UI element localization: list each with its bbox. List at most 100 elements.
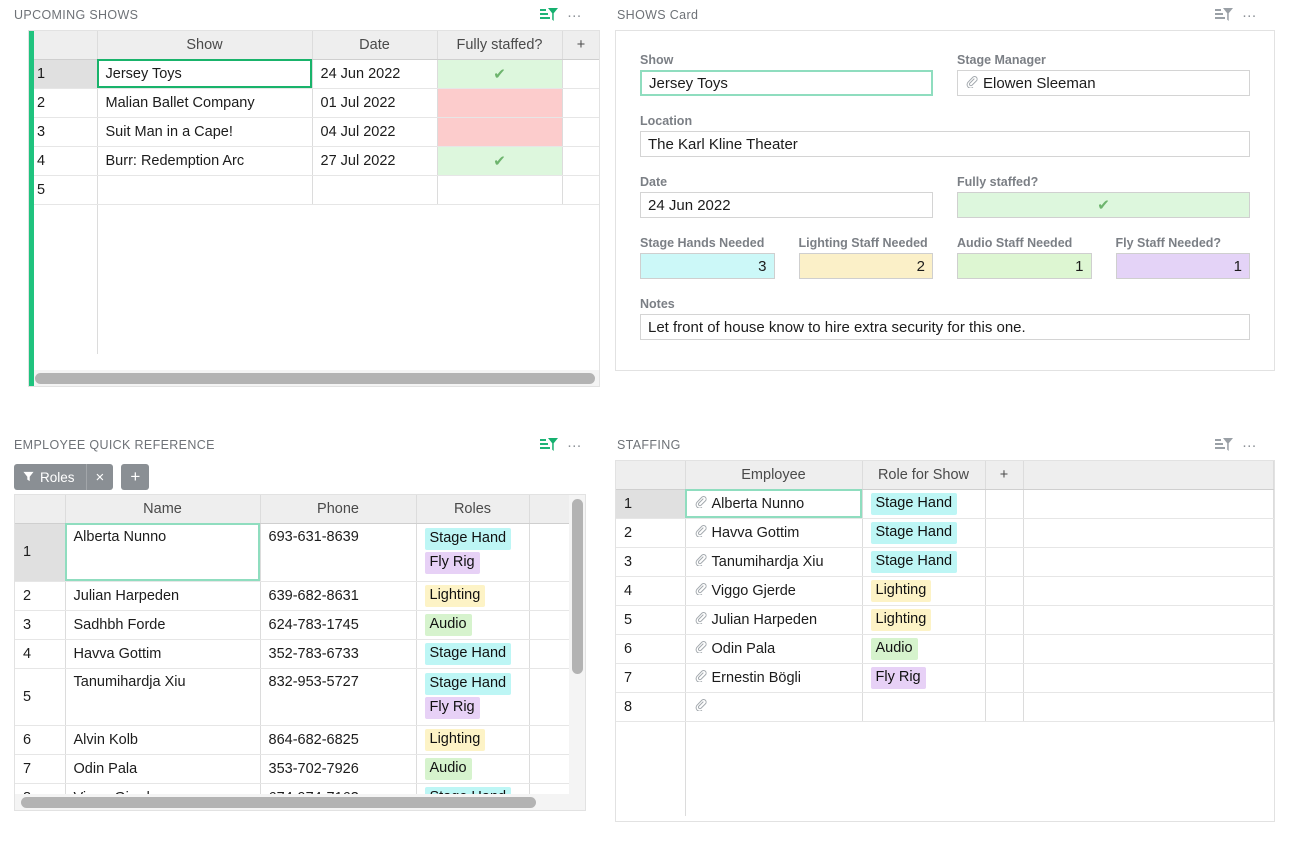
cell-phone[interactable]: 693-631-8639 <box>260 523 416 581</box>
table-row[interactable]: 7 Odin Pala 353-702-7926 Audio <box>15 754 585 783</box>
staffing-grid[interactable]: Employee Role for Show + 1 Alberta Nunno… <box>615 460 1275 822</box>
table-row[interactable]: 1 Jersey Toys 24 Jun 2022 ✔ <box>29 59 600 88</box>
table-row[interactable]: 4 Viggo Gjerde Lighting <box>616 576 1274 605</box>
stage-manager-input[interactable]: Elowen Sleeman <box>957 70 1250 96</box>
cell-show[interactable]: Malian Ballet Company <box>97 88 312 117</box>
cell-name[interactable]: Alberta Nunno <box>65 523 260 581</box>
cell-role[interactable]: Lighting <box>862 605 985 634</box>
col-name[interactable]: Name <box>65 495 260 523</box>
cell-employee[interactable]: Havva Gottim <box>685 518 862 547</box>
col-phone[interactable]: Phone <box>260 495 416 523</box>
show-input[interactable]: Jersey Toys <box>640 70 933 96</box>
upcoming-shows-grid[interactable]: Show Date Fully staffed? + 1 Jersey Toys… <box>28 30 600 387</box>
cell-roles[interactable]: Stage Hand Fly Rig <box>416 523 529 581</box>
col-fully-staffed[interactable]: Fully staffed? <box>437 31 562 59</box>
table-row[interactable]: 4 Burr: Redemption Arc 27 Jul 2022 ✔ <box>29 146 600 175</box>
sort-filter-icon[interactable] <box>536 434 562 456</box>
more-options-icon[interactable]: … <box>1237 434 1263 456</box>
remove-filter-button[interactable]: × <box>86 464 114 490</box>
table-row[interactable]: 3 Tanumihardja Xiu Stage Hand <box>616 547 1274 576</box>
col-show[interactable]: Show <box>97 31 312 59</box>
vertical-scrollbar[interactable] <box>569 495 585 794</box>
cell-date[interactable]: 27 Jul 2022 <box>312 146 437 175</box>
table-row[interactable]: 1 Alberta Nunno Stage Hand <box>616 489 1274 518</box>
table-row[interactable]: 2 Malian Ballet Company 01 Jul 2022 <box>29 88 600 117</box>
cell-fully-staffed[interactable] <box>437 88 562 117</box>
date-input[interactable]: 24 Jun 2022 <box>640 192 933 218</box>
cell-name[interactable]: Alvin Kolb <box>65 725 260 754</box>
cell-role[interactable]: Stage Hand <box>862 547 985 576</box>
cell-show[interactable] <box>97 175 312 204</box>
cell-employee[interactable]: Alberta Nunno <box>685 489 862 518</box>
cell-phone[interactable]: 832-953-5727 <box>260 668 416 725</box>
cell-role[interactable] <box>862 692 985 721</box>
lighting-staff-input[interactable]: 2 <box>799 253 934 279</box>
cell-name[interactable]: Sadhbh Forde <box>65 610 260 639</box>
table-row-new[interactable]: 5 <box>29 175 600 204</box>
cell-fully-staffed[interactable] <box>437 117 562 146</box>
add-filter-button[interactable]: + <box>121 464 149 490</box>
more-options-icon[interactable]: … <box>1237 4 1263 26</box>
table-row-new[interactable]: 8 <box>616 692 1274 721</box>
cell-employee[interactable] <box>685 692 862 721</box>
cell-employee[interactable]: Julian Harpeden <box>685 605 862 634</box>
more-options-icon[interactable]: … <box>562 4 588 26</box>
table-row[interactable]: 2 Julian Harpeden 639-682-8631 Lighting <box>15 581 585 610</box>
cell-role[interactable]: Stage Hand <box>862 489 985 518</box>
table-row[interactable]: 1 Alberta Nunno 693-631-8639 Stage Hand … <box>15 523 585 581</box>
cell-phone[interactable]: 353-702-7926 <box>260 754 416 783</box>
cell-phone[interactable]: 624-783-1745 <box>260 610 416 639</box>
cell-name[interactable]: Odin Pala <box>65 754 260 783</box>
table-row[interactable]: 6 Alvin Kolb 864-682-6825 Lighting <box>15 725 585 754</box>
cell-show[interactable]: Burr: Redemption Arc <box>97 146 312 175</box>
notes-input[interactable]: Let front of house know to hire extra se… <box>640 314 1250 340</box>
more-options-icon[interactable]: … <box>562 434 588 456</box>
cell-name[interactable]: Havva Gottim <box>65 639 260 668</box>
cell-roles[interactable]: Audio <box>416 610 529 639</box>
scrollbar-thumb[interactable] <box>35 373 595 384</box>
col-role-for-show[interactable]: Role for Show <box>862 461 985 489</box>
sort-filter-icon[interactable] <box>536 4 562 26</box>
cell-show[interactable]: Suit Man in a Cape! <box>97 117 312 146</box>
col-date[interactable]: Date <box>312 31 437 59</box>
cell-show[interactable]: Jersey Toys <box>97 59 312 88</box>
cell-name[interactable]: Julian Harpeden <box>65 581 260 610</box>
table-row[interactable]: 3 Suit Man in a Cape! 04 Jul 2022 <box>29 117 600 146</box>
add-column-button[interactable]: + <box>562 31 600 59</box>
cell-fully-staffed[interactable]: ✔ <box>437 59 562 88</box>
audio-staff-input[interactable]: 1 <box>957 253 1092 279</box>
scrollbar-thumb[interactable] <box>21 797 536 808</box>
cell-roles[interactable]: Stage Hand Fly Rig <box>416 668 529 725</box>
table-row[interactable]: 6 Odin Pala Audio <box>616 634 1274 663</box>
cell-role[interactable]: Fly Rig <box>862 663 985 692</box>
employee-ref-grid[interactable]: Name Phone Roles 1 Alberta Nunno 693-631… <box>14 494 586 811</box>
cell-date[interactable]: 04 Jul 2022 <box>312 117 437 146</box>
cell-date[interactable] <box>312 175 437 204</box>
table-row[interactable]: 5 Julian Harpeden Lighting <box>616 605 1274 634</box>
cell-date[interactable]: 24 Jun 2022 <box>312 59 437 88</box>
cell-role[interactable]: Audio <box>862 634 985 663</box>
cell-roles[interactable]: Audio <box>416 754 529 783</box>
sort-filter-icon[interactable] <box>1211 4 1237 26</box>
col-roles[interactable]: Roles <box>416 495 529 523</box>
cell-roles[interactable]: Stage Hand <box>416 639 529 668</box>
cell-fully-staffed[interactable]: ✔ <box>437 146 562 175</box>
cell-employee[interactable]: Ernestin Bögli <box>685 663 862 692</box>
cell-roles[interactable]: Lighting <box>416 581 529 610</box>
location-input[interactable]: The Karl Kline Theater <box>640 131 1250 157</box>
sort-filter-icon[interactable] <box>1211 434 1237 456</box>
cell-employee[interactable]: Tanumihardja Xiu <box>685 547 862 576</box>
table-row[interactable]: 4 Havva Gottim 352-783-6733 Stage Hand <box>15 639 585 668</box>
stage-hands-input[interactable]: 3 <box>640 253 775 279</box>
fly-staff-input[interactable]: 1 <box>1116 253 1251 279</box>
table-row[interactable]: 2 Havva Gottim Stage Hand <box>616 518 1274 547</box>
cell-phone[interactable]: 864-682-6825 <box>260 725 416 754</box>
table-row[interactable]: 7 Ernestin Bögli Fly Rig <box>616 663 1274 692</box>
cell-name[interactable]: Tanumihardja Xiu <box>65 668 260 725</box>
filter-chip-roles[interactable]: Roles × <box>14 464 113 490</box>
horizontal-scrollbar[interactable] <box>29 370 599 386</box>
cell-role[interactable]: Stage Hand <box>862 518 985 547</box>
cell-employee[interactable]: Odin Pala <box>685 634 862 663</box>
col-employee[interactable]: Employee <box>685 461 862 489</box>
scrollbar-thumb[interactable] <box>572 499 583 674</box>
